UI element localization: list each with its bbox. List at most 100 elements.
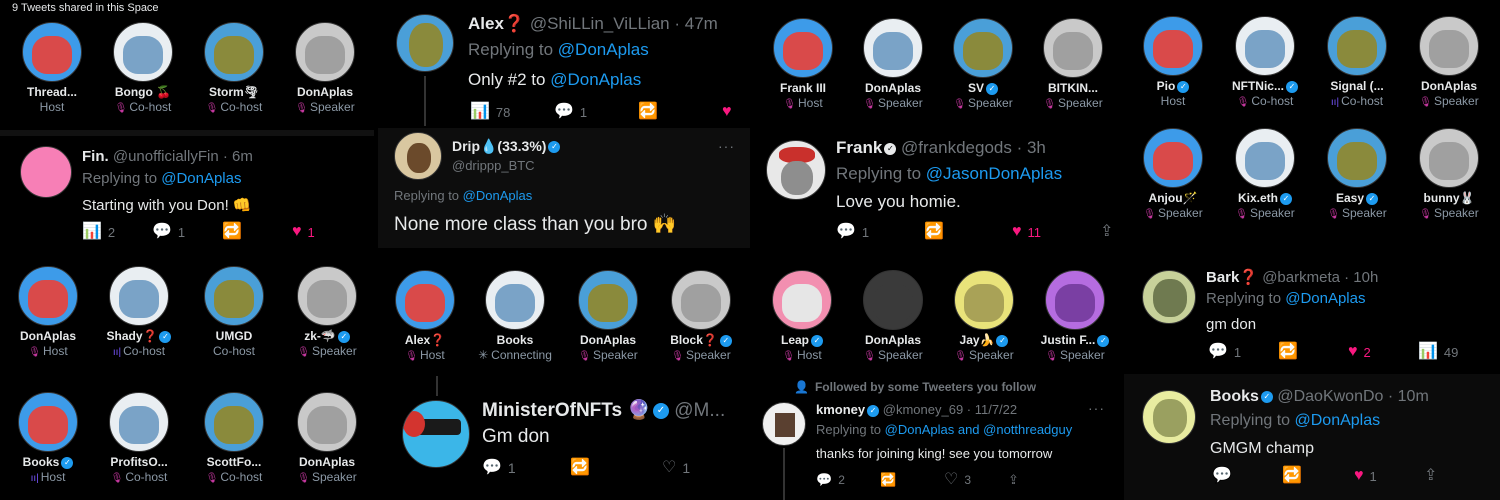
avatar[interactable] [1419, 16, 1479, 76]
views-button[interactable]: 📊 49 [1418, 344, 1458, 360]
speaker-2[interactable]: Jay🍌 ✓ 🎙 Speaker [937, 270, 1031, 362]
speaker-2[interactable]: DonAplas 🎙 Speaker [561, 270, 655, 362]
avatar[interactable] [1143, 128, 1203, 188]
avatar[interactable] [773, 18, 833, 78]
retweet-button[interactable]: 🔁 [1278, 344, 1348, 360]
speaker-2[interactable]: UMGD Co-host [187, 266, 281, 358]
speaker-3[interactable]: Block❓ ✓ 🎙 Speaker [654, 270, 748, 362]
mention-link[interactable]: @DonAplas [550, 70, 641, 89]
speaker-3[interactable]: Justin F... ✓ 🎙 Speaker [1028, 270, 1120, 362]
speaker-3[interactable]: BITKIN... 🎙 Speaker [1026, 18, 1120, 110]
speaker-2[interactable]: Storm🌪 🎙 Co-host [187, 22, 281, 114]
like-button[interactable]: ♥ 2 [1348, 344, 1418, 360]
speaker-1[interactable]: Bongo 🍒 🎙 Co-host [96, 22, 190, 114]
speaker-6[interactable]: Easy ✓ 🎙 Speaker [1310, 128, 1404, 220]
speaker-6[interactable]: ScottFo... 🎙 Co-host [187, 392, 281, 484]
tweet-author[interactable]: Frank [836, 138, 882, 157]
mention-link[interactable]: @DonAplas [161, 170, 241, 187]
mention-link[interactable]: @DonAplas [1295, 412, 1381, 429]
avatar[interactable] [671, 270, 731, 330]
avatar[interactable] [1235, 128, 1295, 188]
avatar[interactable] [766, 140, 826, 200]
avatar[interactable] [1327, 128, 1387, 188]
speaker-0[interactable]: Pio ✓ Host [1126, 16, 1220, 108]
retweet-button[interactable]: 🔁 [924, 224, 1012, 240]
speaker-1[interactable]: DonAplas 🎙 Speaker [846, 270, 940, 362]
reply-button[interactable]: 💬 1 [482, 460, 570, 477]
mention-link[interactable]: @DonAplas [463, 188, 533, 203]
avatar[interactable] [863, 18, 923, 78]
share-button[interactable]: ⇪ [1008, 472, 1019, 488]
speaker-3[interactable]: DonAplas 🎙 Speaker [1402, 16, 1496, 108]
share-button[interactable]: ⇪ [1100, 224, 1113, 240]
speaker-4[interactable]: Anjou🪄 🎙 Speaker [1126, 128, 1220, 220]
avatar[interactable] [109, 392, 169, 452]
reply-button[interactable]: 💬 [1212, 468, 1282, 484]
like-button[interactable]: ♥ 1 [1354, 468, 1424, 484]
avatar[interactable] [20, 146, 72, 198]
like-button[interactable]: ♥ 1 [292, 224, 362, 240]
avatar[interactable] [394, 132, 442, 180]
avatar[interactable] [1043, 18, 1103, 78]
avatar[interactable] [863, 270, 923, 330]
speaker-1[interactable]: DonAplas 🎙 Speaker [846, 18, 940, 110]
avatar[interactable] [204, 392, 264, 452]
avatar[interactable] [1419, 128, 1479, 188]
speaker-3[interactable]: DonAplas 🎙 Speaker [278, 22, 372, 114]
retweet-button[interactable]: 🔁 [1282, 468, 1354, 484]
reply-button[interactable]: 💬 1 [1208, 344, 1278, 360]
speaker-7[interactable]: DonAplas 🎙 Speaker [280, 392, 374, 484]
speaker-1[interactable]: Books ✳ Connecting [468, 270, 562, 362]
share-button[interactable]: ⇪ [1424, 468, 1437, 484]
retweet-button[interactable]: 🔁 [222, 224, 292, 240]
avatar[interactable] [204, 266, 264, 326]
speaker-2[interactable]: SV ✓ 🎙 Speaker [936, 18, 1030, 110]
speaker-0[interactable]: Thread... Host [5, 22, 99, 114]
speaker-1[interactable]: NFTNic... ✓ 🎙 Co-host [1218, 16, 1312, 108]
retweet-button[interactable]: 🔁 [638, 104, 722, 120]
more-options-icon[interactable]: ··· [718, 138, 735, 154]
speaker-0[interactable]: Leap ✓ 🎙 Host [755, 270, 849, 362]
views-button[interactable]: 📊 78 [470, 104, 554, 120]
speaker-5[interactable]: Kix.eth ✓ 🎙 Speaker [1218, 128, 1312, 220]
retweet-button[interactable]: 🔁 [570, 460, 662, 476]
avatar[interactable] [402, 400, 470, 468]
speaker-3[interactable]: zk-🦈 ✓ 🎙 Speaker [280, 266, 374, 358]
avatar[interactable] [295, 22, 355, 82]
views-button[interactable]: 📊 2 [82, 224, 152, 240]
mention-link[interactable]: @DonAplas and @notthreadguy [885, 422, 1073, 437]
tweet-author[interactable]: Fin. [82, 148, 109, 165]
speaker-5[interactable]: ProfitsO... 🎙 Co-host [92, 392, 186, 484]
tweet-author[interactable]: Alex❓ [468, 14, 525, 33]
avatar[interactable] [953, 18, 1013, 78]
tweet-author[interactable]: Drip💧(33.3%) [452, 138, 546, 154]
avatar[interactable] [204, 22, 264, 82]
avatar[interactable] [485, 270, 545, 330]
avatar[interactable] [954, 270, 1014, 330]
reply-button[interactable]: 💬 1 [554, 104, 638, 120]
avatar[interactable] [396, 14, 454, 72]
like-button[interactable]: ♡ 1 [662, 460, 690, 477]
reply-button[interactable]: 💬 1 [836, 224, 924, 240]
tweet-author[interactable]: kmoney [816, 402, 865, 417]
tweet-author[interactable]: MinisterOfNFTs 🔮 [482, 400, 651, 421]
avatar[interactable] [762, 402, 806, 446]
mention-link[interactable]: @DonAplas [1285, 290, 1365, 307]
avatar[interactable] [1143, 16, 1203, 76]
speaker-4[interactable]: Books ✓ ıı| Host [1, 392, 95, 484]
avatar[interactable] [297, 266, 357, 326]
speaker-0[interactable]: DonAplas 🎙 Host [1, 266, 95, 358]
speaker-2[interactable]: Signal (... ıı| Co-host [1310, 16, 1404, 108]
avatar[interactable] [1327, 16, 1387, 76]
mention-link[interactable]: @DonAplas [558, 40, 649, 59]
tweet-fin[interactable]: Fin. @unofficiallyFin · 6m Replying to @… [0, 136, 374, 250]
avatar[interactable] [18, 266, 78, 326]
speaker-1[interactable]: Shady❓ ✓ ıı| Co-host [92, 266, 186, 358]
avatar[interactable] [297, 392, 357, 452]
avatar[interactable] [113, 22, 173, 82]
like-button[interactable]: ♥ [722, 104, 732, 120]
mention-link[interactable]: @JasonDonAplas [926, 164, 1062, 183]
speaker-7[interactable]: bunny🐰 🎙 Speaker [1402, 128, 1496, 220]
avatar[interactable] [18, 392, 78, 452]
avatar[interactable] [109, 266, 169, 326]
